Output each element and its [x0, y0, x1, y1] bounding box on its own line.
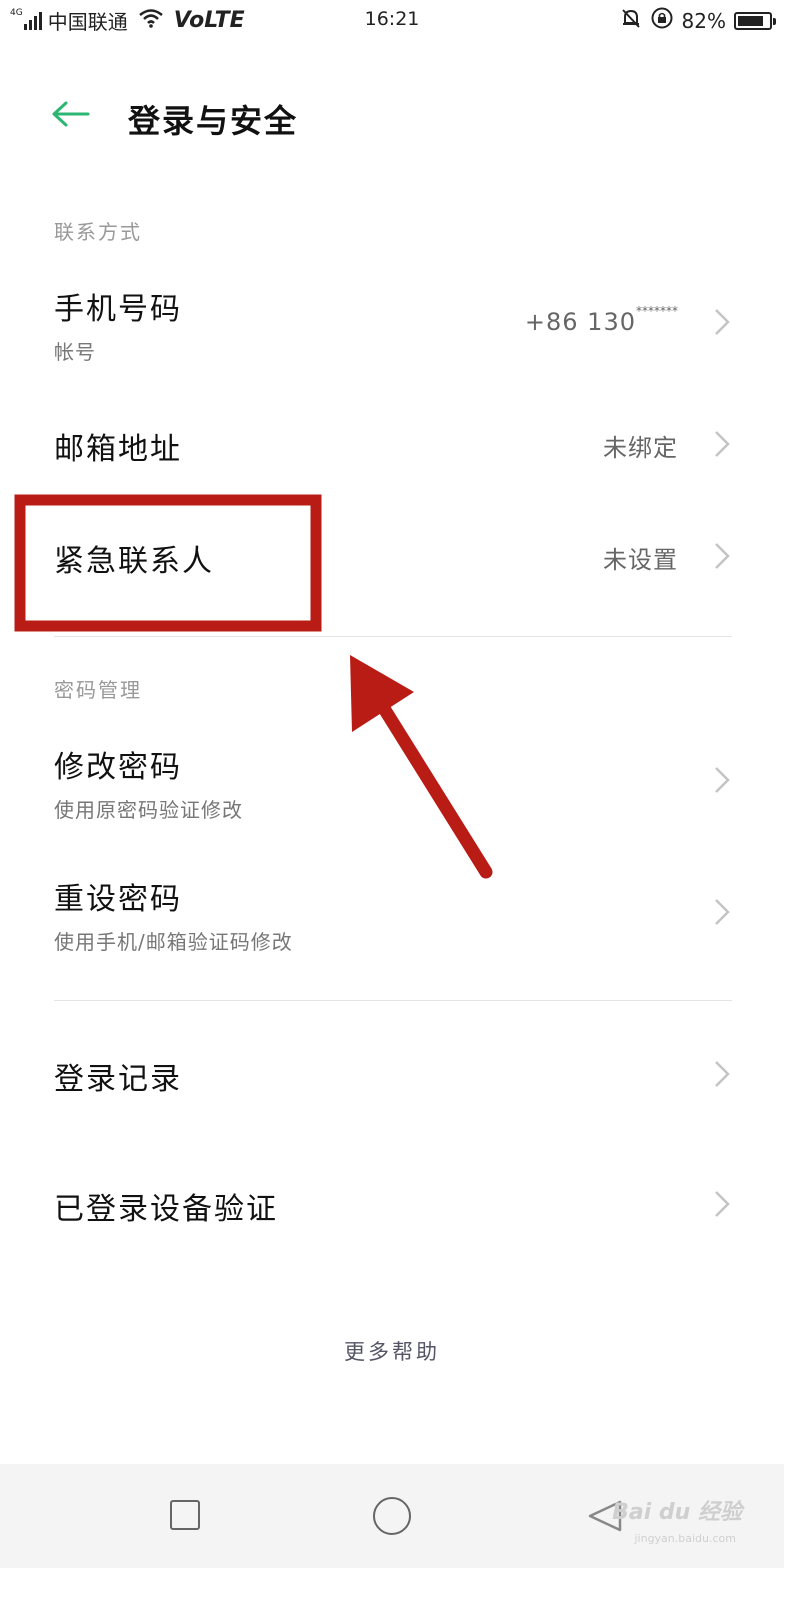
navigation-bar: Bai du 经验 jingyan.baidu.com [0, 1464, 784, 1568]
row-reset-password[interactable]: 重设密码 使用手机/邮箱验证码修改 [0, 860, 784, 964]
watermark-url: jingyan.baidu.com [634, 1532, 736, 1545]
back-button[interactable] [48, 92, 92, 136]
row-email-address[interactable]: 邮箱地址 未绑定 [0, 404, 784, 484]
chevron-right-icon [715, 899, 730, 925]
change-password-sub: 使用原密码验证修改 [54, 798, 243, 822]
device-verify-label: 已登录设备验证 [54, 1192, 278, 1227]
battery-icon [734, 11, 776, 30]
divider [54, 636, 732, 637]
emergency-label: 紧急联系人 [54, 544, 214, 579]
chevron-right-icon [715, 1061, 730, 1087]
emergency-value: 未设置 [603, 546, 678, 574]
status-bar: 4G 中国联通 VoLTE 16:21 82% [0, 0, 784, 40]
email-label: 邮箱地址 [54, 432, 182, 467]
phone-label: 手机号码 [54, 292, 182, 327]
rotation-lock-icon [650, 6, 674, 35]
header: 登录与安全 [0, 80, 784, 150]
battery-fill [738, 15, 763, 26]
login-records-label: 登录记录 [54, 1062, 182, 1097]
row-device-verification[interactable]: 已登录设备验证 [0, 1164, 784, 1244]
back-arrow-icon [52, 101, 90, 127]
recent-apps-icon[interactable] [170, 1500, 200, 1530]
more-help-link[interactable]: 更多帮助 [0, 1336, 784, 1366]
page-title: 登录与安全 [128, 102, 299, 140]
mute-icon [620, 7, 642, 34]
phone-value: +86 130******* [524, 304, 678, 336]
watermark-logo: Bai du 经验 [612, 1500, 742, 1525]
phone-value-prefix: +86 130 [524, 308, 636, 336]
chevron-right-icon [715, 1191, 730, 1217]
section-header-password: 密码管理 [54, 678, 142, 702]
row-emergency-contact[interactable]: 紧急联系人 未设置 [0, 516, 784, 600]
row-phone-number[interactable]: 手机号码 帐号 +86 130******* [0, 270, 784, 374]
chevron-right-icon [715, 767, 730, 793]
chevron-right-icon [715, 309, 730, 335]
change-password-label: 修改密码 [54, 750, 182, 785]
divider [54, 1000, 732, 1001]
section-header-contact: 联系方式 [54, 220, 142, 244]
chevron-right-icon [715, 431, 730, 457]
status-right-group: 82% [620, 6, 776, 35]
chevron-right-icon [715, 543, 730, 569]
annotation-arrow-head [350, 655, 414, 732]
battery-percent: 82% [681, 8, 726, 33]
reset-password-sub: 使用手机/邮箱验证码修改 [54, 930, 293, 954]
row-change-password[interactable]: 修改密码 使用原密码验证修改 [0, 728, 784, 832]
email-value: 未绑定 [603, 434, 678, 462]
phone-value-masked: ******* [636, 304, 678, 318]
home-icon[interactable] [373, 1497, 411, 1535]
row-login-records[interactable]: 登录记录 [0, 1034, 784, 1114]
phone-sub: 帐号 [54, 340, 96, 364]
reset-password-label: 重设密码 [54, 882, 182, 917]
